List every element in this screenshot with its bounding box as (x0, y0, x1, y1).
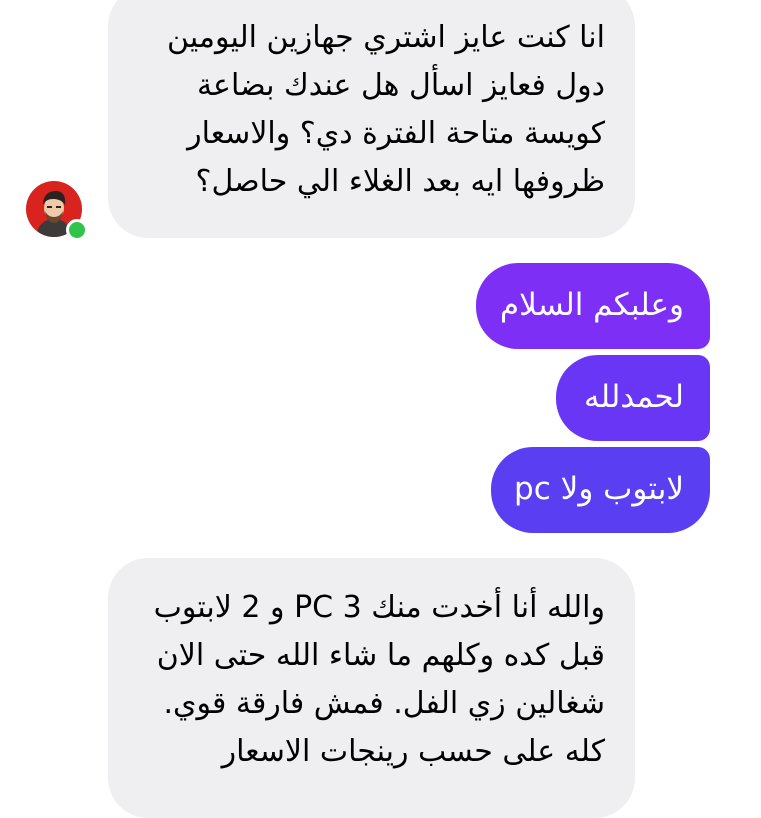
message-bubble-outgoing[interactable]: لابتوب ولا pc (491, 447, 710, 533)
chat-thread: انا كنت عايز اشتري جهازين اليومين دول فع… (0, 0, 761, 818)
message-bubble-incoming[interactable]: انا كنت عايز اشتري جهازين اليومين دول فع… (108, 0, 635, 238)
message-bubble-outgoing[interactable]: وعلبكم السلام (476, 263, 710, 349)
online-status-dot (66, 219, 88, 241)
message-bubble-outgoing[interactable]: لحمدلله (556, 355, 710, 441)
message-bubble-incoming[interactable]: والله أنا أخدت منك 3 PC و 2 لابتوب قبل ك… (108, 558, 635, 818)
